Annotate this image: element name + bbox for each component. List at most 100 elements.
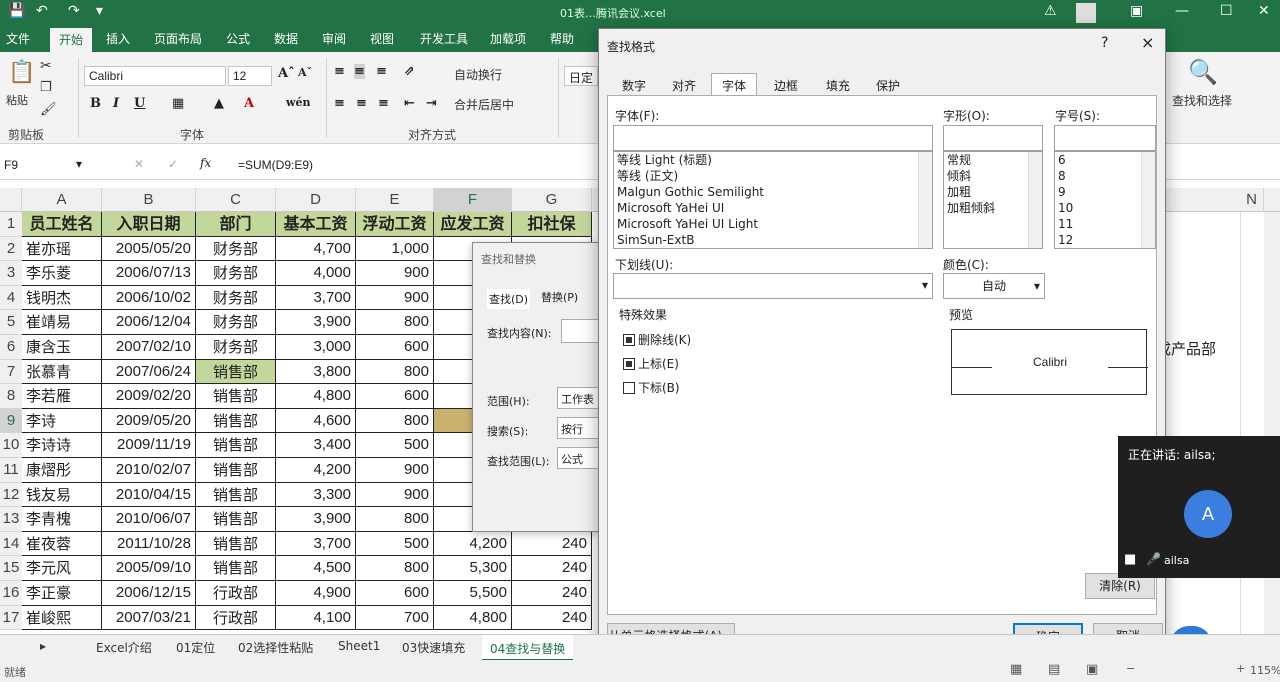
tab-protection[interactable]: 保护	[865, 73, 911, 95]
customize-quick-access-icon[interactable]: ▾	[96, 3, 103, 19]
align-right-icon[interactable]: ≡	[378, 96, 389, 111]
orientation-icon[interactable]: ⇗	[404, 64, 415, 79]
align-top-icon[interactable]: ≡	[334, 64, 345, 79]
table-cell[interactable]: 销售部	[196, 359, 276, 385]
row-header[interactable]: 5	[0, 310, 22, 335]
table-cell[interactable]: 240	[512, 605, 592, 631]
align-center-icon[interactable]: ≡	[356, 96, 367, 111]
tab-data[interactable]: 数据	[274, 30, 298, 47]
table-cell[interactable]: 2005/09/10	[102, 556, 196, 581]
table-cell[interactable]: 2009/02/20	[102, 384, 196, 409]
list-item[interactable]: 6	[1055, 152, 1155, 168]
table-cell[interactable]: 4,100	[276, 605, 356, 631]
table-cell[interactable]: 600	[356, 384, 434, 409]
table-cell[interactable]: 3,400	[276, 433, 356, 458]
format-painter-icon[interactable]: 🖌	[40, 102, 57, 117]
user-avatar-icon[interactable]	[1076, 3, 1096, 23]
table-cell[interactable]: 800	[356, 408, 434, 434]
table-cell[interactable]: 2010/04/15	[102, 482, 196, 508]
table-cell[interactable]: 钱明杰	[22, 285, 102, 311]
table-cell[interactable]: 900	[356, 261, 434, 286]
table-cell[interactable]: 2005/05/20	[102, 236, 196, 262]
sheet-tab[interactable]: 01定位	[176, 639, 215, 656]
table-cell[interactable]: 崔夜蓉	[22, 531, 102, 557]
zoom-out-icon[interactable]: −	[1126, 662, 1135, 675]
tab-number[interactable]: 数字	[611, 73, 657, 95]
list-item[interactable]: 9	[1055, 184, 1155, 200]
tab-file[interactable]: 文件	[6, 30, 30, 47]
tab-addins[interactable]: 加载项	[490, 30, 526, 47]
row-header[interactable]: 10	[0, 433, 22, 458]
table-cell[interactable]: 崔峻熙	[22, 605, 102, 631]
list-item[interactable]: SimSun-ExtB	[614, 232, 932, 248]
font-color-icon[interactable]: A	[244, 96, 254, 111]
warning-icon[interactable]: ⚠	[1044, 3, 1057, 19]
table-cell[interactable]: 李诗诗	[22, 433, 102, 458]
tab-alignment[interactable]: 对齐	[661, 73, 707, 95]
tab-view[interactable]: 视图	[370, 30, 394, 47]
table-cell[interactable]: 800	[356, 359, 434, 385]
scrollbar[interactable]	[1141, 152, 1155, 248]
close-window-icon[interactable]: ✕	[1258, 3, 1270, 19]
table-cell[interactable]: 900	[356, 482, 434, 508]
table-cell[interactable]: 500	[356, 531, 434, 557]
table-cell[interactable]: 康熠彤	[22, 458, 102, 483]
list-item[interactable]: Microsoft YaHei UI	[614, 200, 932, 216]
table-cell[interactable]: 4,600	[276, 408, 356, 434]
row-header[interactable]: 11	[0, 458, 22, 483]
table-cell[interactable]: 3,800	[276, 359, 356, 385]
border-icon[interactable]: ▦	[172, 96, 184, 111]
sheet-tab[interactable]: Excel介绍	[96, 639, 152, 656]
column-header[interactable]: N	[1240, 188, 1264, 212]
table-cell[interactable]: 崔亦瑶	[22, 236, 102, 262]
table-cell[interactable]: 2006/12/04	[102, 310, 196, 335]
table-cell[interactable]: 4,800	[276, 384, 356, 409]
size-input[interactable]	[1054, 125, 1156, 151]
paste-icon[interactable]: 📋	[8, 60, 35, 85]
table-cell[interactable]: 500	[356, 433, 434, 458]
row-header[interactable]: 2	[0, 236, 22, 262]
tab-font[interactable]: 字体	[711, 73, 758, 95]
table-cell[interactable]: 3,700	[276, 531, 356, 557]
page-break-view-icon[interactable]: ▣	[1086, 662, 1098, 677]
column-header[interactable]: D	[276, 188, 356, 212]
column-header[interactable]: G	[512, 188, 592, 212]
table-cell[interactable]: 2007/02/10	[102, 335, 196, 360]
table-cell[interactable]: 600	[356, 581, 434, 606]
table-cell[interactable]: 240	[512, 581, 592, 606]
bold-icon[interactable]: B	[90, 96, 101, 111]
row-header[interactable]: 12	[0, 482, 22, 508]
table-cell[interactable]: 财务部	[196, 261, 276, 286]
table-cell[interactable]: 5,500	[434, 581, 512, 606]
underline-icon[interactable]: U	[134, 96, 145, 111]
list-item[interactable]: 10	[1055, 200, 1155, 216]
sheet-scroll-right-icon[interactable]: ▸	[40, 639, 46, 653]
scrollbar[interactable]	[1028, 152, 1042, 248]
tab-formulas[interactable]: 公式	[226, 30, 250, 47]
table-cell[interactable]: 4,900	[276, 581, 356, 606]
table-cell[interactable]: 900	[356, 458, 434, 483]
sheet-tab[interactable]: 03快速填充	[402, 639, 465, 656]
table-cell[interactable]: 康含玉	[22, 335, 102, 360]
superscript-checkbox[interactable]: 上标(E)	[623, 355, 679, 372]
table-header-cell[interactable]: 扣社保	[512, 212, 592, 237]
table-cell[interactable]: 销售部	[196, 384, 276, 409]
table-cell[interactable]: 4,000	[276, 261, 356, 286]
save-icon[interactable]: 💾	[8, 3, 25, 19]
font-input[interactable]	[613, 125, 933, 151]
redo-icon[interactable]: ↷	[68, 3, 80, 19]
copy-icon[interactable]: ❐	[40, 80, 52, 95]
row-header[interactable]: 13	[0, 507, 22, 532]
table-cell[interactable]: 张慕青	[22, 359, 102, 385]
strikethrough-checkbox[interactable]: 删除线(K)	[623, 331, 691, 348]
row-header[interactable]: 4	[0, 285, 22, 311]
scrollbar[interactable]	[918, 152, 932, 248]
table-header-cell[interactable]: 应发工资	[434, 212, 512, 237]
table-cell[interactable]: 销售部	[196, 482, 276, 508]
table-cell[interactable]: 5,300	[434, 556, 512, 581]
fill-color-icon[interactable]: ▲	[214, 96, 224, 111]
help-button[interactable]: ?	[1101, 35, 1108, 51]
column-header[interactable]: B	[102, 188, 196, 212]
table-cell[interactable]: 销售部	[196, 531, 276, 557]
tab-replace[interactable]: 替换(P)	[541, 289, 578, 305]
